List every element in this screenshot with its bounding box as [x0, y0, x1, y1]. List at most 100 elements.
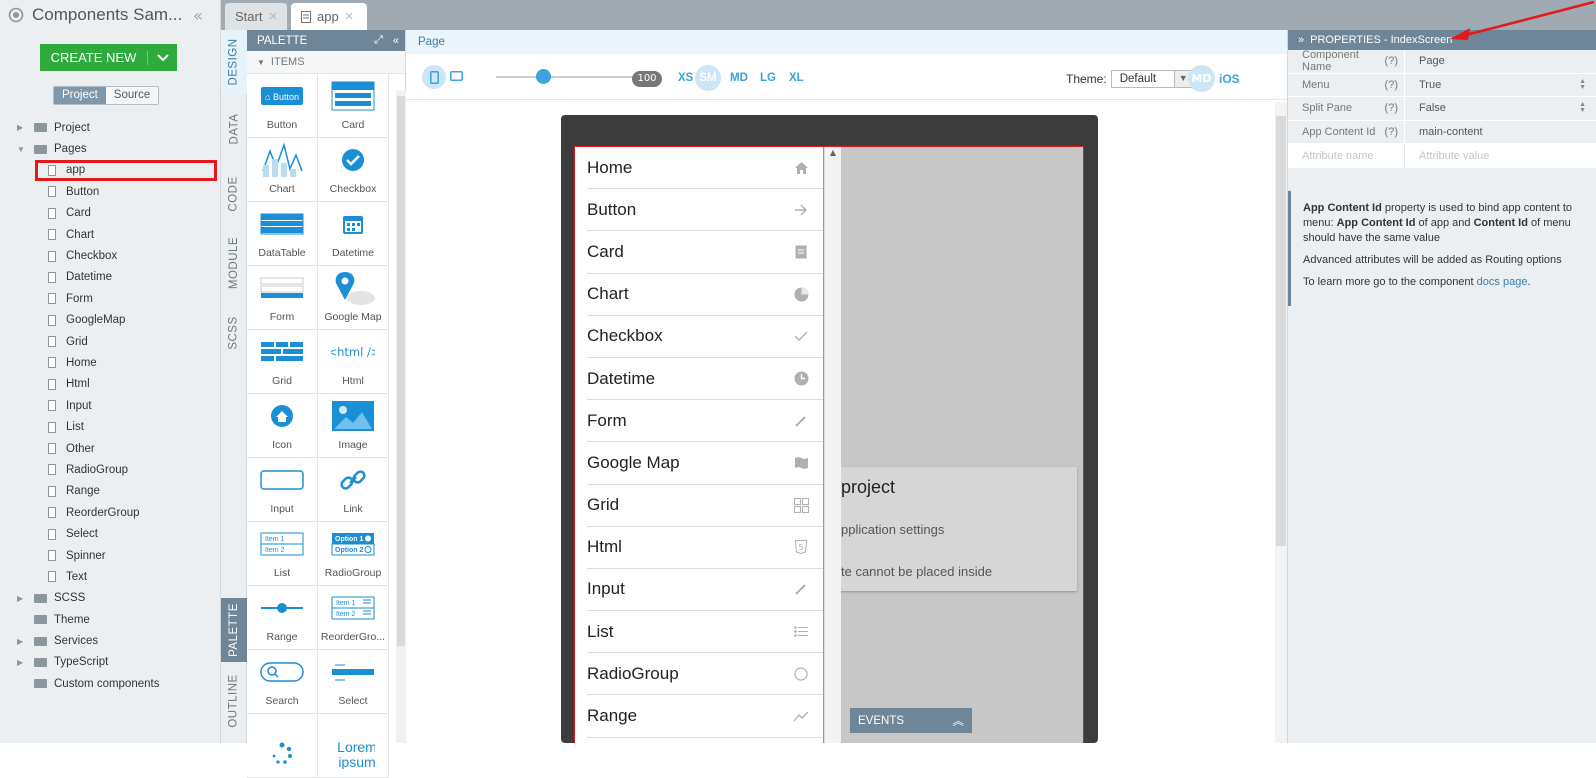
- palette-item[interactable]: Item 1 Item 2 List: [247, 522, 318, 586]
- property-value-field[interactable]: False ▲ ▼: [1405, 97, 1596, 120]
- palette-item[interactable]: Option 1 Option 2 RadioGroup: [318, 522, 389, 586]
- menu-item[interactable]: Chart: [587, 274, 823, 316]
- tree-item[interactable]: Range: [0, 481, 221, 502]
- breakpoint-xs[interactable]: XS: [678, 72, 693, 84]
- expand-icon[interactable]: ⤢: [374, 34, 383, 47]
- attribute-value-input[interactable]: Attribute value: [1419, 150, 1489, 162]
- caret-right-icon[interactable]: ▶: [17, 637, 23, 646]
- tree-item[interactable]: Form: [0, 288, 221, 309]
- tree-item[interactable]: RadioGroup: [0, 459, 221, 480]
- tree-item[interactable]: Custom components: [0, 673, 221, 694]
- tab-code[interactable]: CODE: [221, 164, 247, 224]
- items-section-header[interactable]: ▼ ITEMS: [247, 51, 405, 73]
- palette-item[interactable]: Select: [318, 650, 389, 714]
- palette-item[interactable]: Lorem ipsum: [318, 714, 389, 778]
- palette-item[interactable]: Grid: [247, 330, 318, 394]
- tree-item[interactable]: List: [0, 416, 221, 437]
- menu-item[interactable]: RadioGroup: [587, 653, 823, 696]
- palette-item[interactable]: Search: [247, 650, 318, 714]
- tab-start[interactable]: Start ✕: [225, 3, 287, 30]
- breakpoint-sm[interactable]: SM: [695, 65, 721, 91]
- tree-item[interactable]: Html: [0, 374, 221, 395]
- menu-item[interactable]: Button: [587, 189, 823, 232]
- tree-item[interactable]: Home: [0, 352, 221, 373]
- zoom-slider-handle[interactable]: [536, 69, 551, 84]
- scroll-up-icon[interactable]: ▲: [825, 147, 841, 159]
- tree-item[interactable]: Chart: [0, 224, 221, 245]
- tree-item[interactable]: GoogleMap: [0, 310, 221, 331]
- tree-item[interactable]: Input: [0, 395, 221, 416]
- tree-item[interactable]: app: [35, 159, 217, 182]
- caret-right-icon[interactable]: ▶: [17, 123, 23, 132]
- breakpoint-md[interactable]: MD: [730, 72, 748, 84]
- caret-right-icon[interactable]: ▶: [17, 594, 23, 603]
- tree-item[interactable]: Text: [0, 566, 221, 587]
- breadcrumb-page[interactable]: Page: [418, 36, 445, 48]
- palette-item[interactable]: Icon: [247, 394, 318, 458]
- help-icon[interactable]: (?): [1385, 126, 1398, 138]
- app-preview-screen[interactable]: project pplication settings te cannot be…: [574, 146, 1084, 743]
- tree-item[interactable]: ▶ SCSS: [0, 588, 221, 609]
- caret-right-icon[interactable]: ▶: [17, 658, 23, 667]
- palette-item[interactable]: Image: [318, 394, 389, 458]
- breakpoint-lg[interactable]: LG: [760, 72, 776, 84]
- tree-item[interactable]: Button: [0, 181, 221, 202]
- palette-item[interactable]: Input: [247, 458, 318, 522]
- zoom-slider-track[interactable]: [496, 76, 636, 78]
- tree-item[interactable]: ▶ TypeScript: [0, 652, 221, 673]
- palette-item[interactable]: [247, 714, 318, 778]
- menu-item[interactable]: Card: [587, 231, 823, 274]
- menu-item[interactable]: Input: [587, 569, 823, 612]
- palette-item[interactable]: DataTable: [247, 202, 318, 266]
- palette-item[interactable]: ⌂ Button Button: [247, 74, 318, 138]
- device-phone-button[interactable]: [422, 65, 446, 89]
- palette-item[interactable]: Datetime: [318, 202, 389, 266]
- tree-item[interactable]: ▶ Project: [0, 117, 221, 138]
- palette-scrollbar[interactable]: [396, 90, 406, 743]
- menu-scrollbar[interactable]: ▲: [824, 147, 841, 743]
- palette-item[interactable]: Chart: [247, 138, 318, 202]
- tree-item[interactable]: ReorderGroup: [0, 502, 221, 523]
- menu-item[interactable]: Google Map: [587, 442, 823, 485]
- tab-outline[interactable]: OUTLINE: [221, 666, 247, 736]
- tree-item[interactable]: Checkbox: [0, 245, 221, 266]
- help-icon[interactable]: (?): [1385, 79, 1398, 91]
- palette-item[interactable]: Item 1 Item 2 ReorderGro...: [318, 586, 389, 650]
- close-icon[interactable]: ✕: [345, 10, 354, 23]
- events-panel-toggle[interactable]: EVENTS ︽: [850, 708, 972, 733]
- collapse-left-icon[interactable]: «: [193, 6, 203, 25]
- tree-item[interactable]: Card: [0, 203, 221, 224]
- tab-module[interactable]: MODULE: [221, 228, 247, 298]
- tree-item[interactable]: Select: [0, 523, 221, 544]
- property-value-field[interactable]: Page: [1405, 50, 1596, 73]
- tree-item[interactable]: ▼ Pages: [0, 138, 221, 159]
- tree-item[interactable]: Other: [0, 438, 221, 459]
- preview-card[interactable]: project pplication settings te cannot be…: [837, 467, 1077, 591]
- help-icon[interactable]: (?): [1385, 102, 1398, 114]
- palette-item[interactable]: Link: [318, 458, 389, 522]
- tree-item[interactable]: ▶ Services: [0, 630, 221, 651]
- attribute-name-input[interactable]: Attribute name: [1302, 150, 1374, 162]
- palette-item[interactable]: Google Map: [318, 266, 389, 330]
- menu-item[interactable]: Home: [587, 147, 823, 190]
- menu-item[interactable]: Range: [587, 695, 823, 738]
- tab-scss[interactable]: SCSS: [221, 302, 247, 364]
- project-view-button[interactable]: Project: [54, 87, 106, 104]
- menu-item[interactable]: List: [587, 611, 823, 654]
- menu-item[interactable]: Datetime: [587, 358, 823, 401]
- palette-item[interactable]: Card: [318, 74, 389, 138]
- chevron-down-icon[interactable]: [147, 50, 177, 65]
- breakpoint-xl[interactable]: XL: [789, 72, 804, 84]
- palette-item[interactable]: <html /> Html: [318, 330, 389, 394]
- menu-item[interactable]: Checkbox: [587, 316, 823, 358]
- help-icon[interactable]: (?): [1385, 55, 1398, 67]
- source-view-button[interactable]: Source: [105, 87, 159, 104]
- tab-app[interactable]: app ✕: [291, 3, 367, 30]
- menu-item[interactable]: Html 5: [587, 527, 823, 569]
- close-icon[interactable]: ✕: [268, 10, 277, 23]
- platform-ios-button[interactable]: iOS: [1219, 72, 1240, 86]
- palette-item[interactable]: Range: [247, 586, 318, 650]
- theme-select[interactable]: Default ▼: [1110, 70, 1193, 88]
- property-value-field[interactable]: main-content: [1405, 121, 1596, 144]
- palette-item[interactable]: Form: [247, 266, 318, 330]
